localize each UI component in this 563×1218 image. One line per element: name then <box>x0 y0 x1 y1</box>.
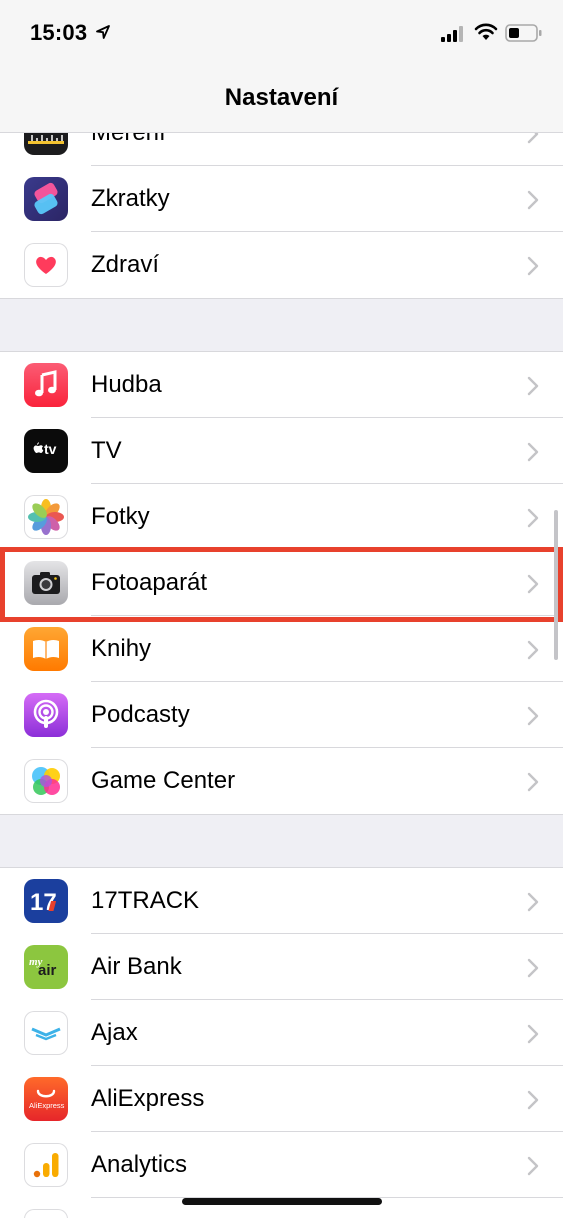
measure-icon <box>24 133 68 155</box>
settings-group: 17 17TRACK my air Air Bank Ajax AliExpre… <box>0 868 563 1218</box>
books-icon <box>24 627 68 671</box>
chevron-right-icon <box>527 1024 539 1044</box>
status-bar: 15:03 <box>0 0 563 66</box>
section-gap <box>0 298 563 352</box>
settings-row-label: 17TRACK <box>91 887 200 914</box>
chevron-right-icon <box>527 442 539 462</box>
settings-row-label: Game Center <box>91 767 236 794</box>
settings-row-analytics[interactable]: Analytics <box>0 1132 563 1198</box>
settings-row-label: Analytics <box>91 1151 188 1178</box>
settings-row-tv[interactable]: tv TV <box>0 418 563 484</box>
settings-row-game-center[interactable]: Game Center <box>0 748 563 814</box>
settings-row-air-bank[interactable]: my air Air Bank <box>0 934 563 1000</box>
settings-row-shortcuts[interactable]: Zkratky <box>0 166 563 232</box>
settings-row-label: Měření <box>91 133 166 166</box>
settings-row-podcasts[interactable]: Podcasty <box>0 682 563 748</box>
settings-row-music[interactable]: Hudba <box>0 352 563 418</box>
settings-row-measure[interactable]: Měření <box>0 133 563 166</box>
navigation-bar: Nastavení <box>0 66 563 133</box>
ajax-icon <box>24 1011 68 1055</box>
chevron-right-icon <box>527 190 539 210</box>
settings-list[interactable]: Měření Zkratky <box>0 133 563 1218</box>
music-icon <box>24 363 68 407</box>
settings-row-label: Knihy <box>91 635 152 662</box>
shortcuts-icon <box>24 177 68 221</box>
battery-icon <box>505 24 542 42</box>
cellular-signal-icon <box>441 26 463 42</box>
settings-row-ajax[interactable]: Ajax <box>0 1000 563 1066</box>
chevron-right-icon <box>527 772 539 792</box>
app-icon <box>24 1209 68 1218</box>
health-icon <box>24 243 68 287</box>
settings-row-label: Zkratky <box>91 185 170 212</box>
settings-row-label: TV <box>91 437 122 464</box>
analytics-icon <box>24 1143 68 1187</box>
photos-icon <box>24 495 68 539</box>
chevron-right-icon <box>527 376 539 396</box>
settings-row-books[interactable]: Knihy <box>0 616 563 682</box>
settings-row-label: Podcasty <box>91 701 190 728</box>
aliexpress-icon: AliExpress <box>24 1077 68 1121</box>
settings-row-health[interactable]: Zdraví <box>0 232 563 298</box>
settings-row-label: Zdraví <box>91 251 160 278</box>
chevron-right-icon <box>527 640 539 660</box>
status-time: 15:03 <box>30 20 88 45</box>
17track-icon: 17 <box>24 879 68 923</box>
chevron-right-icon <box>527 1156 539 1176</box>
chevron-right-icon <box>527 574 539 594</box>
chevron-right-icon <box>527 508 539 528</box>
chevron-right-icon <box>527 892 539 912</box>
page-title: Nastavení <box>224 84 339 111</box>
settings-row-label: Fotoaparát <box>91 569 208 596</box>
settings-screen: 15:03 Nastavení Zkratky Zdraví Hudba tv … <box>0 0 563 1218</box>
chevron-right-icon <box>527 706 539 726</box>
settings-row-label: Air Bank <box>91 953 182 980</box>
wifi-icon <box>474 23 498 40</box>
svg-text:tv: tv <box>44 441 57 457</box>
settings-row-17track[interactable]: 17 17TRACK <box>0 868 563 934</box>
home-indicator[interactable] <box>182 1198 382 1205</box>
chevron-right-icon <box>527 1090 539 1110</box>
settings-row-label: Ajax <box>91 1019 138 1046</box>
chevron-right-icon <box>527 256 539 276</box>
settings-row-label: Hudba <box>91 371 162 398</box>
air-bank-icon: my air <box>24 945 68 989</box>
scroll-indicator <box>554 510 558 660</box>
settings-row-aliexpress[interactable]: AliExpress AliExpress <box>0 1066 563 1132</box>
camera-icon <box>24 561 68 605</box>
chevron-right-icon <box>527 958 539 978</box>
location-arrow-icon <box>96 25 110 39</box>
settings-row-camera[interactable]: Fotoaparát <box>0 550 563 616</box>
svg-text:AliExpress: AliExpress <box>29 1101 65 1110</box>
settings-group: Hudba tv TV Fotky Fotoaparát Knihy Podca… <box>0 352 563 814</box>
tv-icon: tv <box>24 429 68 473</box>
svg-text:air: air <box>38 962 57 979</box>
game-center-icon <box>24 759 68 803</box>
settings-group: Měření Zkratky <box>0 133 563 298</box>
chevron-right-icon <box>527 133 539 144</box>
settings-row-photos[interactable]: Fotky <box>0 484 563 550</box>
settings-row-label: AliExpress <box>91 1085 205 1112</box>
settings-row-label: Fotky <box>91 503 150 530</box>
section-gap <box>0 814 563 868</box>
podcasts-icon <box>24 693 68 737</box>
